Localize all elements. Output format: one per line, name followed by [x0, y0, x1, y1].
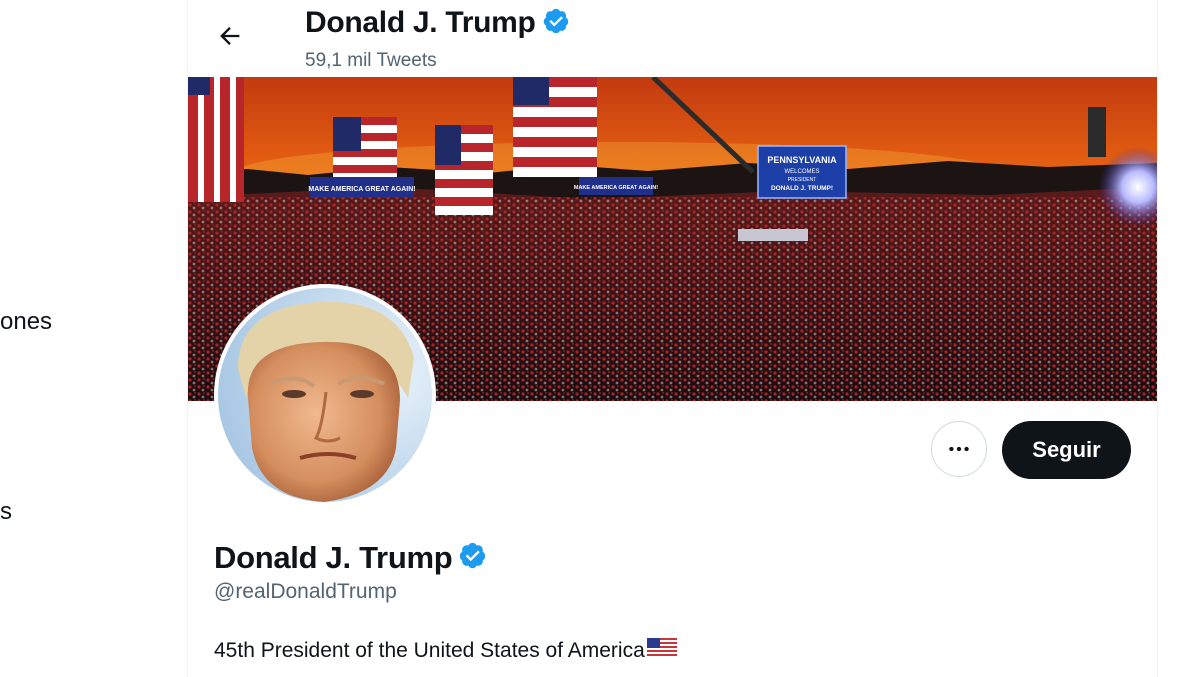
header-title: Donald J. Trump: [305, 6, 536, 39]
back-button[interactable]: [212, 18, 248, 54]
profile-page: ones s Donald J. Trump 59,1 mil Tweets M…: [0, 0, 1200, 677]
tweet-count: 59,1 mil Tweets: [305, 50, 437, 71]
avatar-image: [218, 288, 432, 502]
banner-screen-text: PRESIDENT: [788, 177, 817, 183]
header-title-row: Donald J. Trump: [305, 6, 570, 40]
banner-sign-text: MAKE AMERICA GREAT AGAIN!: [574, 185, 658, 191]
profile-bio: 45th President of the United States of A…: [214, 638, 677, 664]
avatar[interactable]: [214, 284, 436, 506]
more-options-button[interactable]: [931, 421, 987, 477]
profile-name: Donald J. Trump: [214, 540, 453, 575]
banner-screen-text: DONALD J. TRUMP!: [771, 185, 833, 192]
profile-handle: @realDonaldTrump: [214, 580, 397, 603]
profile-bio-text: 45th President of the United States of A…: [214, 639, 645, 662]
banner-screen-text: PENNSYLVANIA: [767, 155, 837, 165]
verified-badge-icon: [458, 541, 487, 575]
us-flag-emoji: [646, 638, 677, 664]
banner-sign-text: MAKE AMERICA GREAT AGAIN!: [308, 186, 415, 193]
sidebar-item-label[interactable]: ones: [0, 308, 52, 336]
verified-badge-icon: [542, 7, 570, 40]
follow-button[interactable]: Seguir: [1002, 421, 1131, 479]
main-column: Donald J. Trump 59,1 mil Tweets MAKE AME…: [187, 0, 1158, 677]
more-horizontal-icon: [949, 446, 969, 452]
sidebar-item-label[interactable]: s: [0, 498, 12, 526]
profile-header-bar: Donald J. Trump 59,1 mil Tweets: [188, 0, 1157, 77]
arrow-left-icon: [220, 27, 240, 45]
profile-name-row: Donald J. Trump: [214, 540, 487, 576]
banner-screen-text: WELCOMES: [784, 169, 819, 175]
